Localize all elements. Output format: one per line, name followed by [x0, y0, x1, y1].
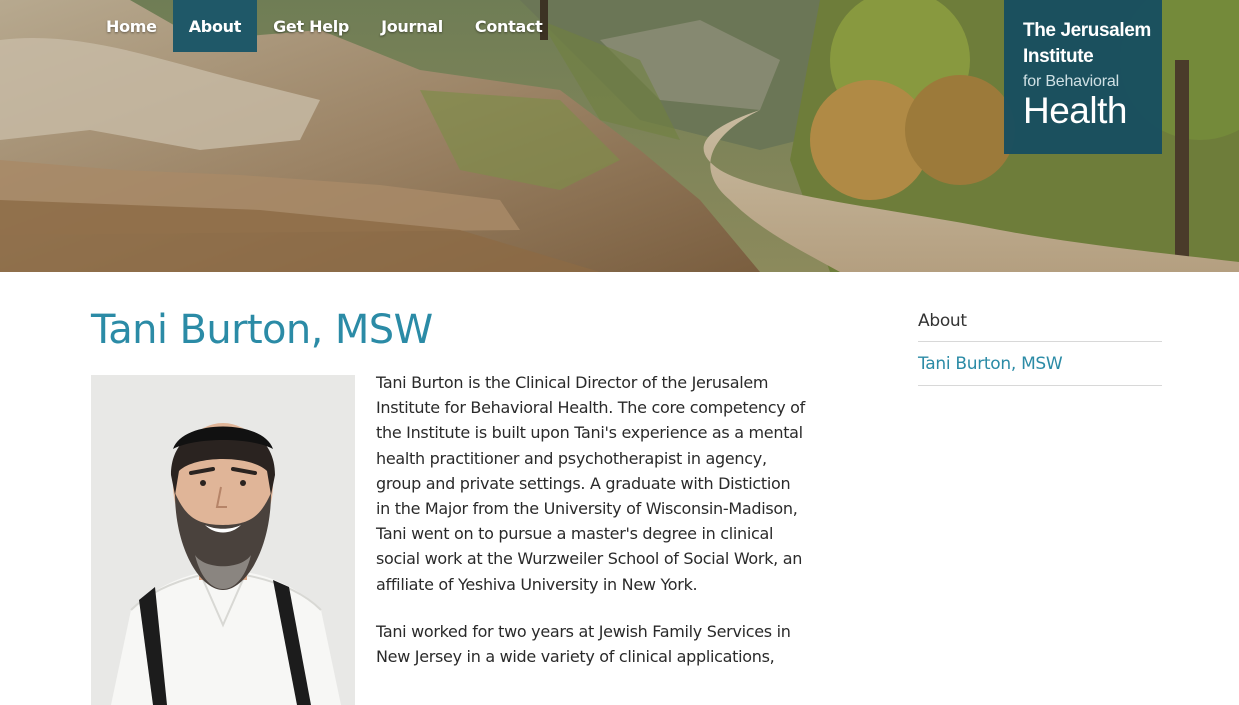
page-title: Tani Burton, MSW	[91, 307, 433, 353]
nav-about[interactable]: About	[172, 0, 258, 52]
sidebar-nav: About Tani Burton, MSW	[918, 300, 1162, 386]
bio-paragraph: Tani Burton is the Clinical Director of …	[376, 373, 806, 594]
logo-line-2: Institute	[1023, 46, 1094, 67]
nav-get-help[interactable]: Get Help	[257, 0, 365, 52]
logo-line-4: Health	[1023, 90, 1127, 131]
nav-home[interactable]: Home	[90, 0, 173, 52]
sidebar-heading: About	[918, 300, 1162, 342]
nav-journal[interactable]: Journal	[365, 0, 459, 52]
bio-paragraph: Tani worked for two years at Jewish Fami…	[376, 621, 791, 667]
profile-photo-illustration	[91, 375, 355, 705]
sidebar-link-tani-burton[interactable]: Tani Burton, MSW	[918, 342, 1162, 386]
main-nav: Home About Get Help Journal Contact	[90, 0, 559, 52]
logo-line-1: The Jerusalem	[1023, 20, 1151, 41]
bio-text: Tani Burton is the Clinical Director of …	[376, 370, 806, 691]
profile-photo	[91, 375, 355, 705]
site-logo[interactable]: The Jerusalem Institute for Behavioral H…	[1004, 0, 1162, 154]
hero-banner: Home About Get Help Journal Contact The …	[0, 0, 1239, 272]
nav-contact[interactable]: Contact	[459, 0, 559, 52]
